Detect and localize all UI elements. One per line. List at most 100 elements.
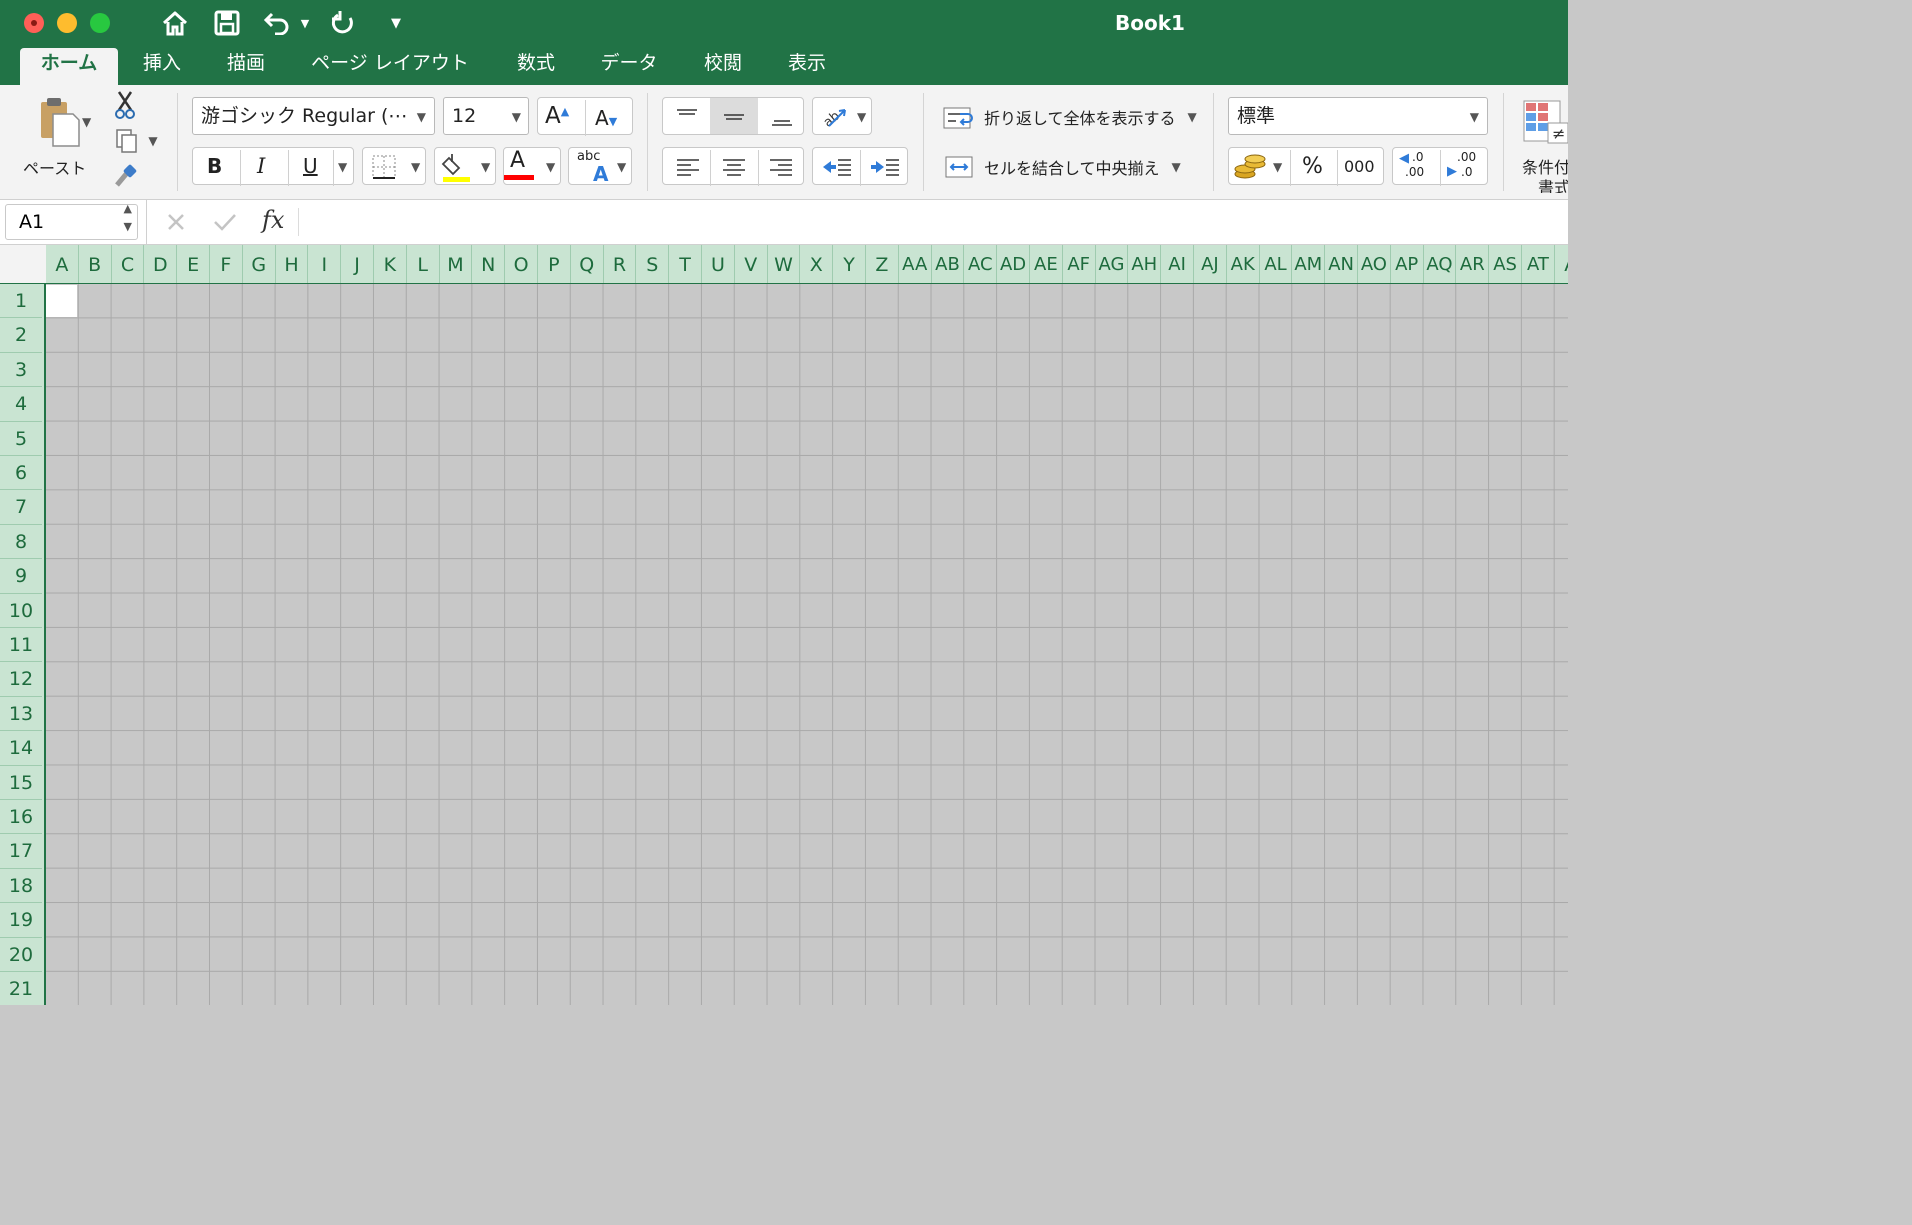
comma-style-button[interactable]: 000 [1344, 157, 1375, 176]
column-header[interactable]: T [669, 245, 702, 283]
column-header[interactable]: AG [1095, 245, 1129, 283]
row-header[interactable]: 15 [0, 766, 42, 800]
tab-view[interactable]: 表示 [776, 48, 838, 85]
percent-button[interactable]: % [1302, 154, 1323, 179]
column-header[interactable]: H [275, 245, 309, 283]
column-header[interactable]: B [78, 245, 112, 283]
format-painter-icon[interactable] [108, 161, 142, 193]
column-header[interactable]: W [767, 245, 801, 283]
column-header[interactable]: AT [1522, 245, 1555, 283]
column-header[interactable]: L [406, 245, 440, 283]
tab-review[interactable]: 校閲 [692, 48, 754, 85]
column-header[interactable]: O [505, 245, 538, 283]
borders-button[interactable]: ▼ [362, 147, 426, 185]
tab-draw[interactable]: 描画 [216, 48, 276, 85]
column-header[interactable]: AB [931, 245, 965, 283]
row-header[interactable]: 3 [0, 353, 42, 388]
cancel-icon[interactable] [166, 212, 186, 232]
column-header[interactable]: AR [1456, 245, 1490, 283]
row-header[interactable]: 8 [0, 525, 42, 560]
align-bottom-icon[interactable] [770, 107, 794, 127]
minimize-window-button[interactable] [57, 13, 77, 33]
row-header[interactable]: 14 [0, 731, 42, 766]
home-icon[interactable] [158, 6, 192, 40]
align-left-icon[interactable] [675, 156, 701, 178]
column-header[interactable]: N [472, 245, 506, 283]
customize-quick-access-icon[interactable]: ▼ [386, 6, 406, 40]
paste-label[interactable]: ペースト [23, 155, 86, 179]
column-header[interactable]: F [210, 245, 243, 283]
align-middle-button[interactable] [710, 98, 758, 134]
column-header[interactable]: AS [1489, 245, 1522, 283]
row-header[interactable]: 12 [0, 662, 42, 697]
active-cell[interactable] [46, 285, 77, 317]
column-header[interactable]: Q [570, 245, 604, 283]
font-color-button[interactable]: A ▼ [503, 147, 561, 185]
row-header[interactable]: 4 [0, 387, 42, 422]
column-header[interactable]: V [734, 245, 768, 283]
insert-function-button[interactable]: fx [262, 206, 284, 234]
column-header[interactable]: R [603, 245, 637, 283]
close-window-button[interactable] [24, 13, 44, 33]
number-format-dropdown[interactable]: 標準 ▼ [1228, 97, 1488, 135]
column-header[interactable]: Z [866, 245, 899, 283]
align-top-icon[interactable] [675, 107, 699, 127]
increase-decimal-button[interactable]: ◀ .0 .00 [1393, 148, 1440, 186]
fill-color-button[interactable]: ▼ [434, 147, 496, 185]
cell-grid[interactable] [46, 284, 1568, 1005]
column-header[interactable]: AA [898, 245, 932, 283]
enter-icon[interactable] [212, 212, 238, 232]
name-box[interactable]: A1 ▲ ▼ [5, 202, 138, 240]
tab-data[interactable]: データ [590, 48, 668, 85]
column-header[interactable]: AJ [1194, 245, 1227, 283]
column-header[interactable]: D [144, 245, 178, 283]
row-header[interactable]: 16 [0, 800, 42, 835]
orientation-button[interactable]: ab ▼ [812, 97, 872, 135]
conditional-formatting-button[interactable]: ≠ 条件付 書式 [1516, 97, 1568, 193]
row-header[interactable]: 2 [0, 318, 42, 353]
row-header[interactable]: 20 [0, 938, 42, 972]
column-header[interactable]: K [374, 245, 407, 283]
tab-home[interactable]: ホーム [20, 48, 118, 85]
row-header[interactable]: 11 [0, 628, 42, 663]
name-box-down-icon[interactable]: ▼ [124, 220, 132, 234]
align-right-icon[interactable] [768, 156, 794, 178]
row-header[interactable]: 19 [0, 903, 42, 938]
font-name-dropdown[interactable]: 游ゴシック Regular (⋯ ▼ [192, 97, 435, 135]
column-header[interactable]: AL [1259, 245, 1293, 283]
underline-button[interactable]: U [303, 154, 318, 178]
column-header[interactable]: E [177, 245, 210, 283]
column-header[interactable]: S [636, 245, 670, 283]
increase-font-size-icon[interactable]: A▲ [545, 103, 569, 129]
column-header[interactable]: AM [1292, 245, 1326, 283]
decrease-indent-icon[interactable] [821, 156, 853, 178]
column-header[interactable]: Y [833, 245, 866, 283]
tab-insert[interactable]: 挿入 [132, 48, 192, 85]
row-header[interactable]: 7 [0, 490, 42, 525]
wrap-text-button[interactable]: 折り返して全体を表示する ▼ [940, 99, 1210, 135]
column-header[interactable]: AN [1325, 245, 1358, 283]
row-header[interactable]: 5 [0, 422, 42, 456]
name-box-up-icon[interactable]: ▲ [124, 202, 132, 216]
paste-icon[interactable]: ▼ [18, 91, 98, 151]
tab-page-layout[interactable]: ページ レイアウト [300, 48, 480, 85]
column-header[interactable]: M [439, 245, 473, 283]
phonetic-guide-button[interactable]: abc A ▼ [568, 147, 632, 186]
row-header[interactable]: 17 [0, 834, 42, 869]
column-header[interactable]: I [308, 245, 342, 283]
undo-icon[interactable] [262, 6, 292, 40]
column-header[interactable]: C [111, 245, 145, 283]
cut-icon[interactable] [108, 89, 142, 121]
increase-indent-icon[interactable] [869, 156, 901, 178]
tab-formulas[interactable]: 数式 [505, 48, 567, 85]
italic-button[interactable]: I [257, 154, 265, 178]
column-header[interactable]: AH [1128, 245, 1162, 283]
column-header[interactable]: AQ [1423, 245, 1457, 283]
column-header[interactable]: AI [1161, 245, 1194, 283]
column-header[interactable]: AO [1358, 245, 1391, 283]
row-header[interactable]: 21 [0, 972, 42, 1005]
row-header[interactable]: 13 [0, 697, 42, 732]
column-header[interactable]: U [702, 245, 735, 283]
column-header[interactable]: AE [1030, 245, 1063, 283]
merge-center-button[interactable]: セルを結合して中央揃え ▼ [940, 149, 1210, 185]
